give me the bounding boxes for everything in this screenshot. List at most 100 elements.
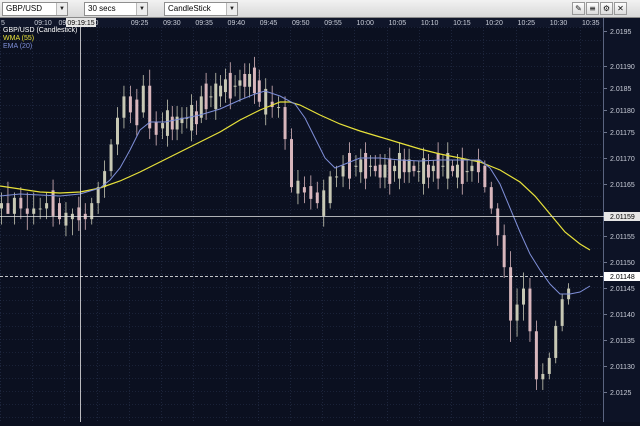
candle-up [0,203,3,209]
candle-up [165,110,169,136]
symbol-value: GBP/USD [6,4,43,13]
candle-down [315,192,319,204]
wma-line [0,101,591,251]
candle-up [209,96,213,98]
candle-up [214,83,218,110]
price-tick-label: 2.01180 [610,108,635,115]
candle-up [64,212,68,226]
price-tick-label: 2.01145 [610,286,635,293]
candle-up [422,158,426,184]
candle-up [407,159,411,173]
chart-type-value: CandleStick [168,4,211,13]
candle-down [496,208,500,236]
time-tick-label: 09:30 [163,20,181,27]
candle-up [238,80,242,86]
candle-down [135,99,139,126]
close-icon: ✕ [617,4,624,13]
candle-up [141,85,145,113]
price-tick-label: 2.01165 [610,182,635,189]
candle-down [252,67,256,94]
time-tick-label: 10:20 [485,20,503,27]
candle-up [446,152,450,179]
candle-down [412,165,416,172]
time-tick-label: 10:10 [421,20,439,27]
candle-down [483,165,487,188]
time-tick-label: 5 [1,20,5,27]
price-tick-label: 2.0185 [610,86,632,93]
ema-line [0,90,591,295]
candle-down [19,197,23,209]
close-button[interactable]: ✕ [614,2,627,15]
candle-down [154,122,158,135]
candle-up [233,85,237,87]
candle-up [368,165,372,167]
symbol-select[interactable]: GBP/USD ▼ [2,2,68,16]
time-tick-label: 10:35 [582,20,600,27]
chevron-down-icon[interactable]: ▼ [136,3,147,15]
candle-up [541,373,545,380]
last-price-label: 2.01148 [610,274,635,281]
candle-down [378,164,382,178]
candle-up [122,96,126,118]
candle-up [161,123,165,129]
candle-up [45,203,49,209]
price-tick-label: 2.01175 [610,130,635,137]
crosshair-price-label: 2.01159 [610,214,635,221]
time-tick-label: 10:30 [550,20,568,27]
candle-up [109,144,113,172]
properties-button[interactable]: ⚙ [600,2,613,15]
time-tick-label: 10:00 [356,20,374,27]
candle-up [32,208,36,214]
menu-button[interactable]: ≡ [586,2,599,15]
candle-up [341,165,345,177]
chart-type-select[interactable]: CandleStick ▼ [164,2,238,16]
candle-up [190,104,194,131]
chevron-down-icon[interactable]: ▼ [226,3,237,15]
candle-up [547,357,551,374]
candle-down [228,72,232,99]
chart-toolbar: GBP/USD ▼ 30 secs ▼ CandleStick ▼ ✎ ≡ ⚙ … [0,0,640,18]
candle-up [219,85,223,97]
price-tick-label: 2.01140 [610,312,635,319]
price-tick-label: 2.0195 [610,29,632,36]
candle-down [436,152,440,179]
candle-up [12,197,16,214]
candle-up [264,88,268,115]
candlestick-chart[interactable]: 509:10092009:2509:3009:3509:4009:4509:50… [0,18,640,422]
candle-down [426,164,430,178]
candle-up [554,325,558,358]
candle-down [388,158,392,184]
legend-title: GBP/USD (Candlestick) [3,27,78,34]
cursor-time-label: 09:19:15 [67,20,94,27]
chevron-down-icon[interactable]: ▼ [56,3,67,15]
candle-down [128,96,132,113]
candle-up [470,165,474,172]
draw-line-button[interactable]: ✎ [572,2,585,15]
time-tick-label: 09:10 [34,20,52,27]
candle-down [194,111,198,125]
price-tick-label: 2.01135 [610,338,635,345]
candle-up [455,164,459,178]
candle-up [335,176,339,178]
candle-up [328,176,332,204]
candle-up [116,117,119,145]
candle-up [38,208,42,210]
grid-lines [0,27,603,422]
chart-area[interactable]: 509:10092009:2509:3009:3509:4009:4509:50… [0,18,640,422]
candle-down [283,107,287,140]
candle-down [489,187,493,209]
candle-up [175,116,179,130]
candle-up [431,165,435,172]
price-tick-label: 2.01170 [610,156,635,163]
price-tick-label: 2.0125 [610,390,632,397]
time-tick-label: 09:35 [195,20,213,27]
time-tick-label: 09:50 [292,20,310,27]
menu-icon: ≡ [589,4,596,13]
legend-ema: EMA (20) [3,43,33,50]
interval-select[interactable]: 30 secs ▼ [84,2,148,16]
candle-up [322,190,326,216]
candle-down [290,139,293,188]
candle-up [359,159,363,173]
legend-wma: WMA (55) [3,35,35,42]
candle-down [257,80,261,102]
